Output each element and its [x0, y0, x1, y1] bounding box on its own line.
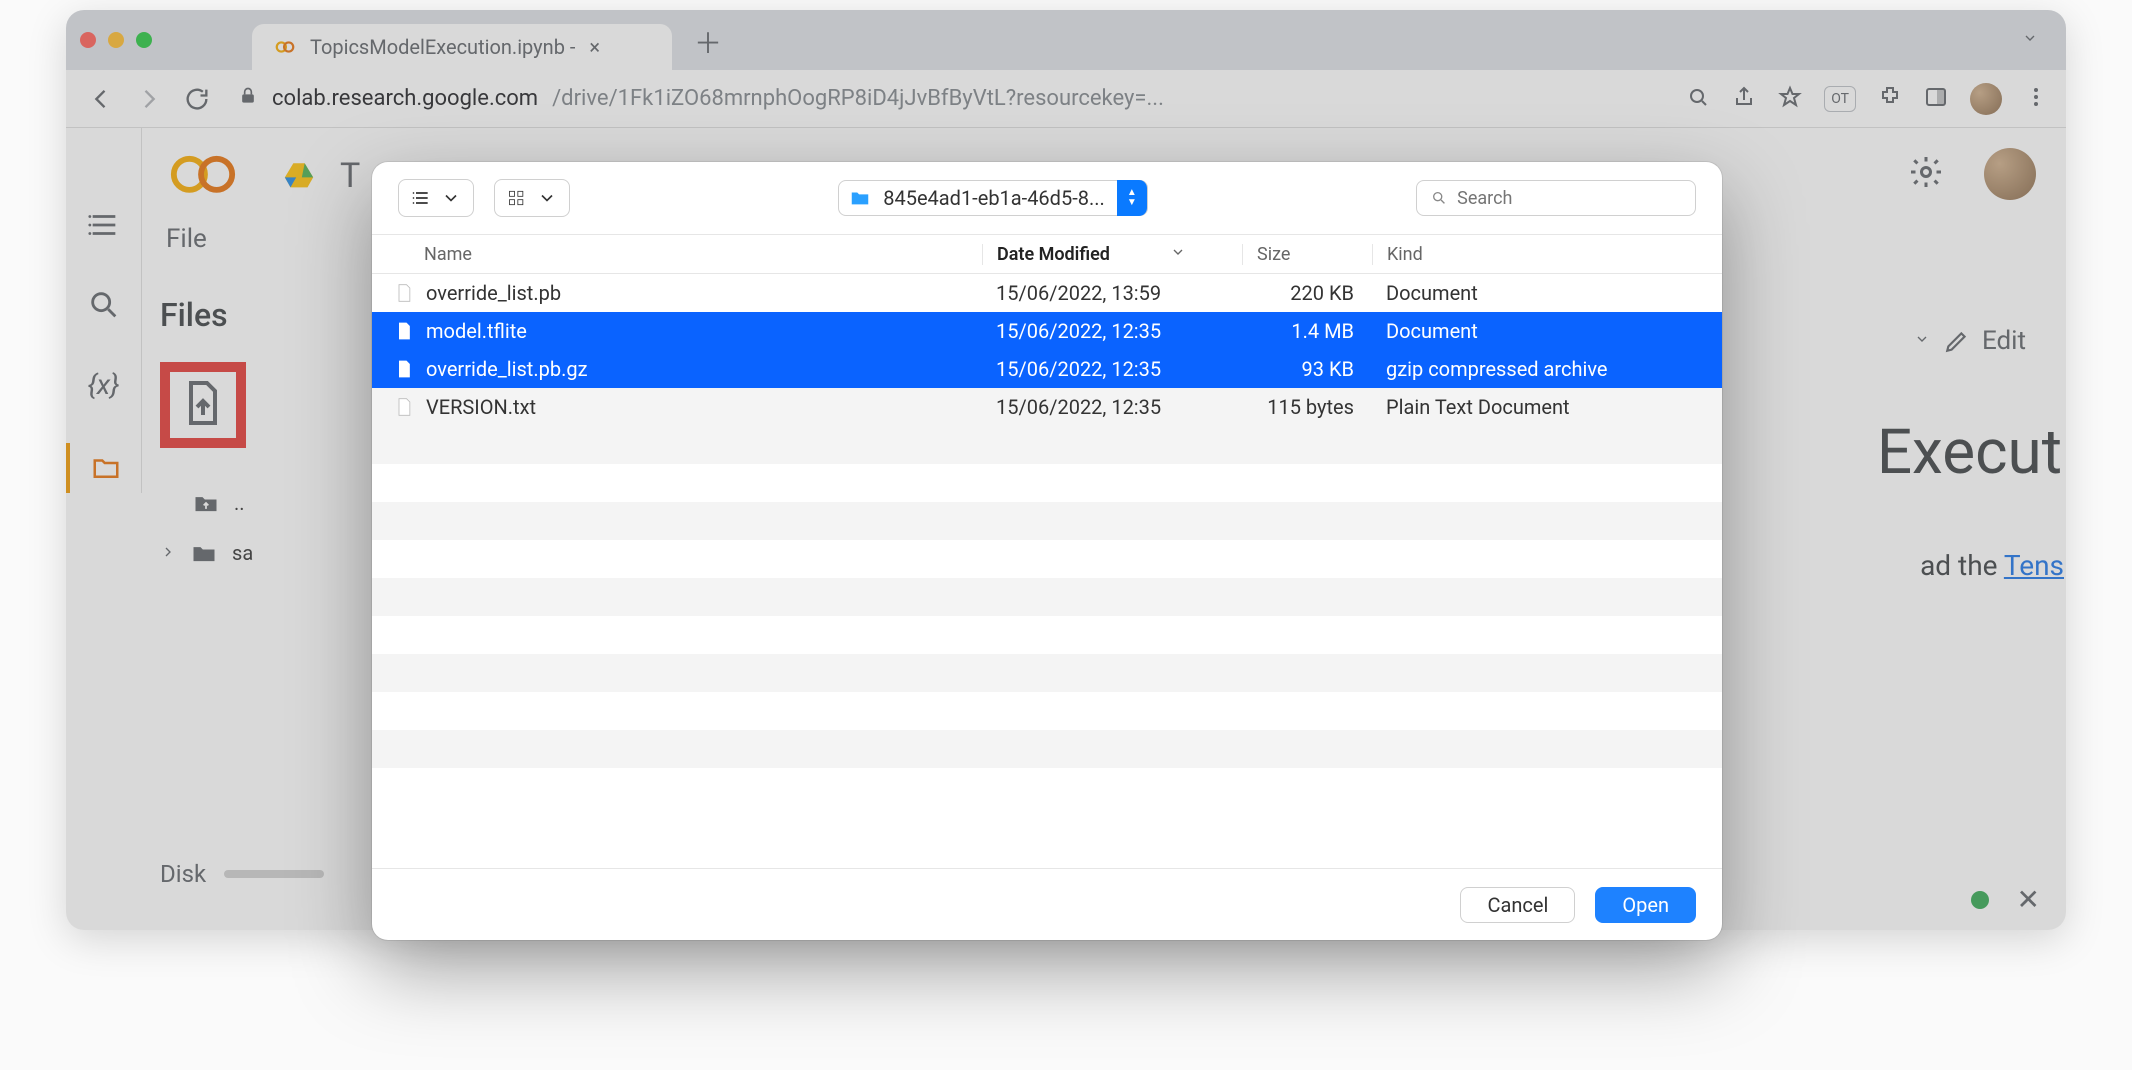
empty-row	[372, 730, 1722, 768]
col-kind[interactable]: Kind	[1372, 244, 1722, 265]
folder-icon	[849, 187, 871, 209]
folder-path-button[interactable]: 845e4ad1-eb1a-46d5-8... ▲▼	[838, 180, 1148, 216]
file-row[interactable]: override_list.pb15/06/2022, 13:59220 KBD…	[372, 274, 1722, 312]
dialog-toolbar: 845e4ad1-eb1a-46d5-8... ▲▼	[372, 162, 1722, 234]
sort-chevron-icon	[1170, 244, 1186, 265]
column-headers: Name Date Modified Size Kind	[372, 234, 1722, 274]
cancel-button[interactable]: Cancel	[1460, 887, 1575, 923]
empty-row	[372, 426, 1722, 464]
empty-row	[372, 654, 1722, 692]
path-stepper[interactable]: ▲▼	[1117, 180, 1147, 216]
dialog-footer: Cancel Open	[372, 868, 1722, 940]
file-row[interactable]: VERSION.txt15/06/2022, 12:35115 bytesPla…	[372, 388, 1722, 426]
empty-row	[372, 502, 1722, 540]
view-list-button[interactable]	[398, 179, 474, 217]
empty-row	[372, 578, 1722, 616]
folder-name: 845e4ad1-eb1a-46d5-8...	[883, 186, 1105, 210]
file-row[interactable]: model.tflite15/06/2022, 12:351.4 MBDocum…	[372, 312, 1722, 350]
col-name[interactable]: Name	[372, 244, 982, 265]
empty-row	[372, 768, 1722, 806]
file-open-dialog: 845e4ad1-eb1a-46d5-8... ▲▼ Name Date Mod…	[372, 162, 1722, 940]
open-button[interactable]: Open	[1595, 887, 1696, 923]
col-date[interactable]: Date Modified	[982, 244, 1242, 265]
dialog-search[interactable]	[1416, 180, 1696, 216]
search-input[interactable]	[1457, 188, 1681, 209]
empty-row	[372, 540, 1722, 578]
empty-row	[372, 692, 1722, 730]
group-by-button[interactable]	[494, 179, 570, 217]
empty-row	[372, 616, 1722, 654]
file-list[interactable]: override_list.pb15/06/2022, 13:59220 KBD…	[372, 274, 1722, 868]
file-row[interactable]: override_list.pb.gz15/06/2022, 12:3593 K…	[372, 350, 1722, 388]
empty-row	[372, 464, 1722, 502]
col-size[interactable]: Size	[1242, 244, 1372, 265]
